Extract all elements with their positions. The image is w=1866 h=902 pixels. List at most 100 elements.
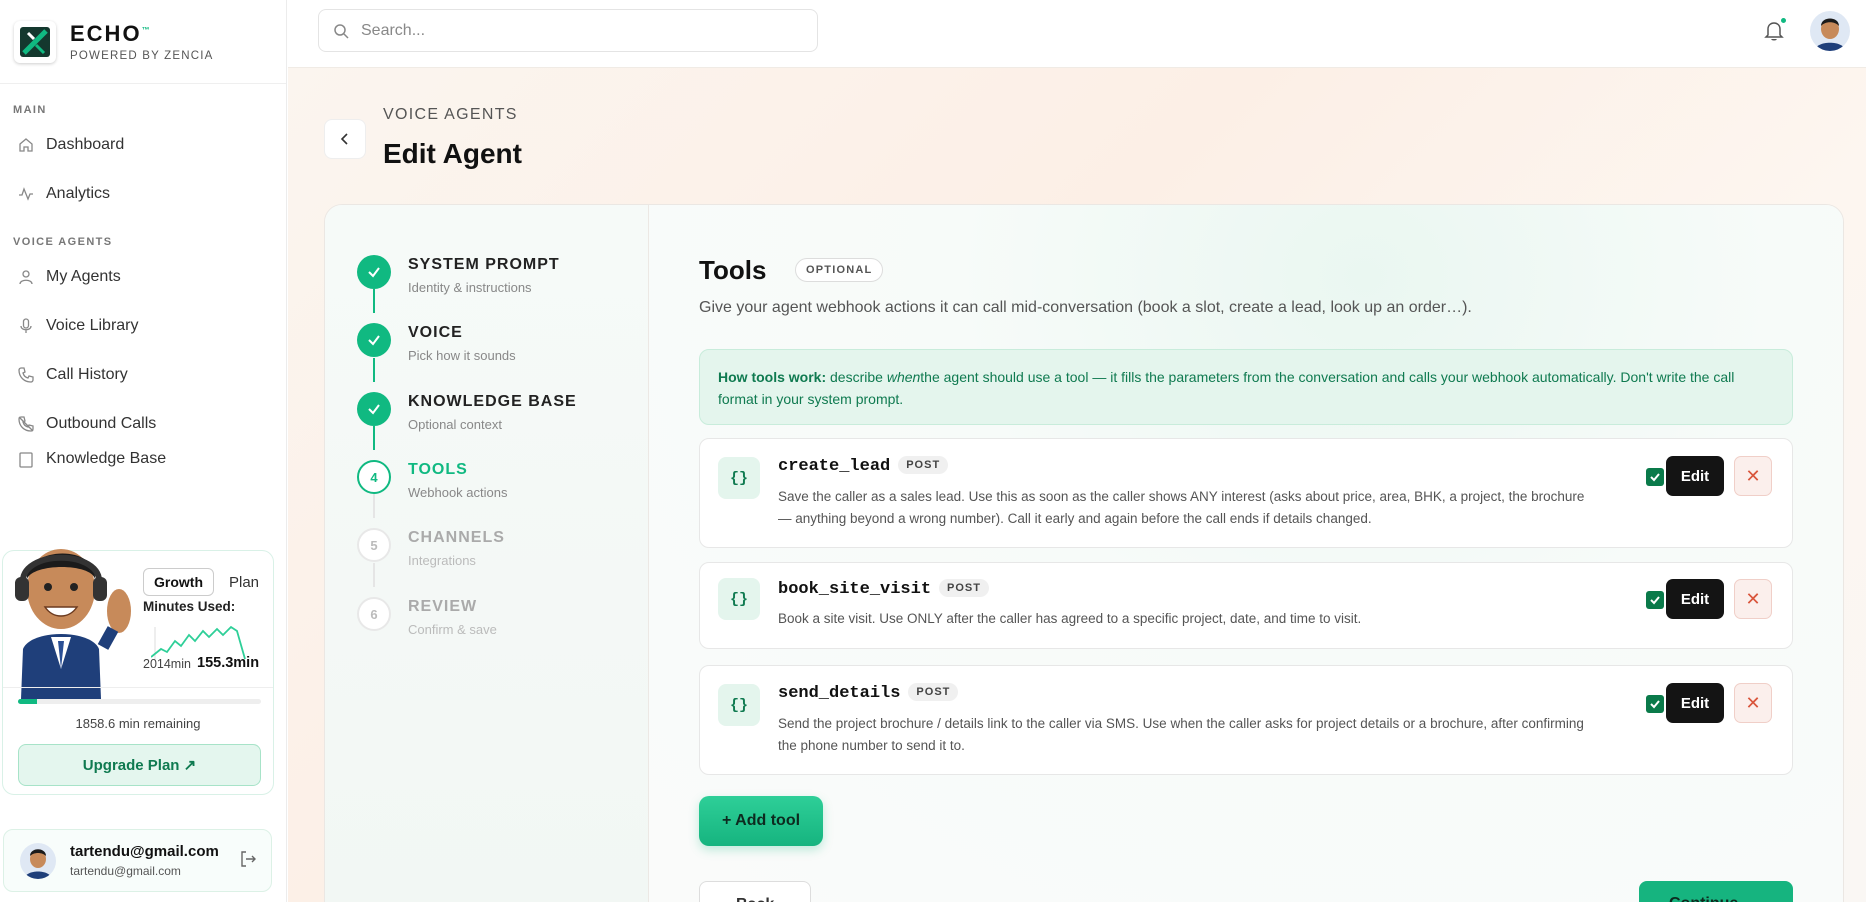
- step-review[interactable]: 6 REVIEW Confirm & save: [357, 597, 637, 647]
- check-icon: [357, 392, 391, 426]
- step-system-prompt[interactable]: SYSTEM PROMPT Identity & instructions: [357, 255, 637, 305]
- info-text: describe: [826, 369, 887, 385]
- step-subtitle: Optional context: [408, 417, 502, 432]
- section-title: Tools: [699, 255, 767, 285]
- notification-dot: [1780, 17, 1787, 24]
- user-card[interactable]: tartendu@gmail.com tartendu@gmail.com: [3, 829, 272, 892]
- braces-icon: {}: [718, 684, 760, 726]
- tool-enabled-checkbox[interactable]: [1646, 468, 1664, 486]
- info-callout: How tools work: describe whenthe agent s…: [699, 349, 1793, 425]
- step-title: SYSTEM PROMPT: [408, 256, 560, 273]
- sidebar-item-knowledge-base[interactable]: Knowledge Base: [0, 448, 286, 468]
- braces-icon: {}: [718, 457, 760, 499]
- back-button[interactable]: [324, 119, 366, 159]
- sidebar-item-call-history[interactable]: Call History: [0, 350, 286, 399]
- plan-name-badge: Growth: [143, 568, 214, 596]
- divider: [3, 687, 273, 688]
- sidebar-item-label: Outbound Calls: [46, 414, 157, 432]
- tool-enabled-checkbox[interactable]: [1646, 695, 1664, 713]
- sidebar-item-dashboard[interactable]: Dashboard: [0, 120, 286, 169]
- page-title: Edit Agent: [383, 138, 522, 169]
- minutes-remaining: 1858.6 min remaining: [75, 716, 201, 731]
- method-badge: POST: [939, 579, 989, 597]
- sidebar-item-my-agents[interactable]: My Agents: [0, 252, 286, 301]
- sidebar-item-label: Analytics: [46, 184, 111, 202]
- sidebar-item-label: Dashboard: [46, 135, 125, 153]
- tool-description: Book a site visit. Use ONLY after the ca…: [778, 611, 1362, 626]
- usage-progress-fill: [18, 699, 37, 704]
- sidebar-item-voice-library[interactable]: Voice Library: [0, 301, 286, 350]
- method-badge: POST: [898, 456, 949, 474]
- sidebar-item-label: My Agents: [46, 267, 121, 285]
- profile-avatar[interactable]: [1810, 11, 1850, 51]
- user-icon: [18, 269, 34, 285]
- step-title: REVIEW: [408, 598, 478, 615]
- usage-progress-bar: [18, 699, 261, 704]
- brand[interactable]: ECHO™ POWERED BY ZENCIA: [0, 0, 286, 84]
- echo-logo: [14, 20, 56, 63]
- step-voice[interactable]: VOICE Pick how it sounds: [357, 323, 637, 373]
- search-input[interactable]: [361, 21, 781, 40]
- notifications-button[interactable]: [1762, 17, 1787, 42]
- close-icon: ✕: [1745, 692, 1761, 713]
- tool-card: {} book_site_visit POST Book a site visit…: [699, 562, 1793, 649]
- minutes-used: 155.3min: [197, 655, 260, 671]
- chevron-left-icon: [340, 133, 348, 145]
- step-knowledge-base[interactable]: KNOWLEDGE BASE Optional context: [357, 392, 637, 442]
- step-subtitle: Webhook actions: [408, 485, 508, 500]
- wizard-steps: SYSTEM PROMPT Identity & instructions VO…: [325, 205, 649, 902]
- section-title-voice-agents: VOICE AGENTS: [13, 236, 113, 248]
- edit-tool-button[interactable]: Edit: [1666, 456, 1724, 496]
- step-title: TOOLS: [408, 461, 468, 478]
- edit-tool-button[interactable]: Edit: [1666, 579, 1724, 619]
- brand-name: ECHO™: [70, 21, 150, 46]
- tool-card: {} create_lead POST Save the caller as a …: [699, 438, 1793, 548]
- sidebar-item-label: Voice Library: [46, 316, 139, 334]
- logout-icon[interactable]: [239, 850, 257, 868]
- mascot-avatar: [15, 549, 131, 699]
- sidebar-item-label: Call History: [46, 365, 128, 383]
- user-name: tartendu@gmail.com: [70, 843, 219, 860]
- step-title: VOICE: [408, 324, 463, 341]
- top-bar: [288, 0, 1866, 68]
- check-icon: [357, 323, 391, 357]
- optional-badge: OPTIONAL: [795, 258, 884, 282]
- minutes-total: 2014min: [143, 657, 191, 671]
- delete-tool-button[interactable]: ✕: [1734, 683, 1772, 723]
- section-title-main: MAIN: [13, 104, 47, 116]
- step-subtitle: Pick how it sounds: [408, 348, 516, 363]
- tool-name: send_details POST: [778, 683, 959, 703]
- plan-label: Plan: [229, 574, 260, 591]
- user-avatar: [20, 842, 56, 879]
- tool-enabled-checkbox[interactable]: [1646, 591, 1664, 609]
- delete-tool-button[interactable]: ✕: [1734, 579, 1772, 619]
- user-email: tartendu@gmail.com: [70, 864, 181, 878]
- sidebar-item-outbound-calls[interactable]: Outbound Calls: [0, 399, 286, 448]
- main-content: VOICE AGENTS Edit Agent SYSTEM PROMPT Id…: [288, 68, 1866, 902]
- mic-icon: [18, 317, 34, 334]
- upgrade-plan-button[interactable]: Upgrade Plan ↗: [18, 744, 261, 786]
- delete-tool-button[interactable]: ✕: [1734, 456, 1772, 496]
- continue-button[interactable]: Continue: [1639, 881, 1793, 902]
- step-tools[interactable]: 4 TOOLS Webhook actions: [357, 460, 637, 510]
- back-step-button[interactable]: Back: [699, 881, 811, 902]
- plan-card: Growth Plan Minutes Used: 2014min 155.3m…: [2, 549, 274, 795]
- search-box[interactable]: [318, 9, 818, 52]
- step-channels[interactable]: 5 CHANNELS Integrations: [357, 528, 637, 578]
- edit-tool-button[interactable]: Edit: [1666, 683, 1724, 723]
- method-badge: POST: [908, 683, 959, 701]
- activity-icon: [18, 186, 34, 202]
- home-icon: [18, 137, 34, 153]
- close-icon: ✕: [1745, 465, 1761, 486]
- breadcrumb[interactable]: VOICE AGENTS: [383, 106, 518, 124]
- braces-icon: {}: [718, 578, 760, 620]
- add-tool-button[interactable]: + Add tool: [699, 796, 823, 846]
- search-icon: [334, 23, 349, 39]
- step-subtitle: Confirm & save: [408, 622, 497, 637]
- wizard-panel: SYSTEM PROMPT Identity & instructions VO…: [324, 204, 1844, 902]
- tool-description: Save the caller as a sales lead. Use thi…: [778, 489, 1585, 526]
- sidebar-item-analytics[interactable]: Analytics: [0, 169, 286, 218]
- brand-subtitle: POWERED BY ZENCIA: [70, 50, 214, 62]
- sidebar-item-label: Knowledge Base: [46, 450, 167, 467]
- step-number: 6: [357, 597, 391, 631]
